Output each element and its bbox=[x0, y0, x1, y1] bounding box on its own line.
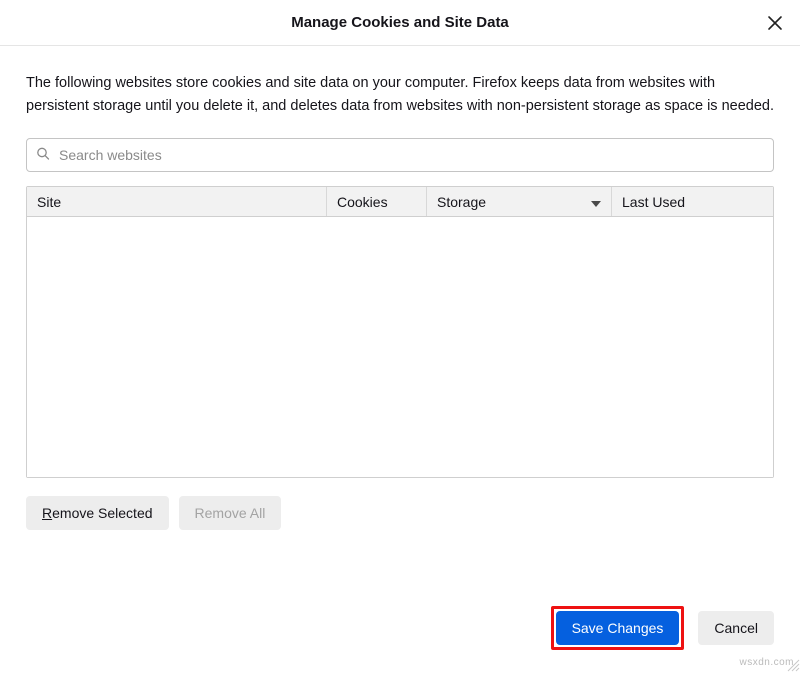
search-wrapper bbox=[26, 138, 774, 172]
watermark: wsxdn.com bbox=[739, 657, 794, 668]
column-site[interactable]: Site bbox=[27, 187, 327, 216]
cancel-button[interactable]: Cancel bbox=[698, 611, 774, 645]
column-cookies-label: Cookies bbox=[337, 194, 388, 210]
column-storage[interactable]: Storage bbox=[427, 187, 612, 216]
sort-descending-icon bbox=[591, 194, 601, 210]
column-last-used-label: Last Used bbox=[622, 194, 685, 210]
column-last-used[interactable]: Last Used bbox=[612, 187, 773, 216]
save-changes-button[interactable]: Save Changes bbox=[556, 611, 680, 645]
column-storage-label: Storage bbox=[437, 194, 486, 210]
action-row: Remove Selected Remove All bbox=[26, 496, 774, 530]
dialog-footer: Save Changes Cancel bbox=[551, 606, 774, 650]
column-cookies[interactable]: Cookies bbox=[327, 187, 427, 216]
close-button[interactable] bbox=[762, 10, 788, 36]
remove-selected-rest: emove Selected bbox=[52, 505, 152, 521]
table-body-empty bbox=[27, 217, 773, 477]
column-site-label: Site bbox=[37, 194, 61, 210]
remove-selected-mnemonic: R bbox=[42, 505, 52, 521]
titlebar: Manage Cookies and Site Data bbox=[0, 0, 800, 46]
table-header: Site Cookies Storage Last Used bbox=[27, 187, 773, 217]
search-input[interactable] bbox=[26, 138, 774, 172]
dialog-title: Manage Cookies and Site Data bbox=[291, 14, 509, 31]
close-icon bbox=[767, 15, 783, 31]
remove-selected-button[interactable]: Remove Selected bbox=[26, 496, 169, 530]
save-highlight: Save Changes bbox=[551, 606, 685, 650]
remove-all-button[interactable]: Remove All bbox=[179, 496, 282, 530]
sites-table: Site Cookies Storage Last Used bbox=[26, 186, 774, 478]
dialog-content: The following websites store cookies and… bbox=[0, 46, 800, 530]
description-text: The following websites store cookies and… bbox=[26, 72, 774, 118]
